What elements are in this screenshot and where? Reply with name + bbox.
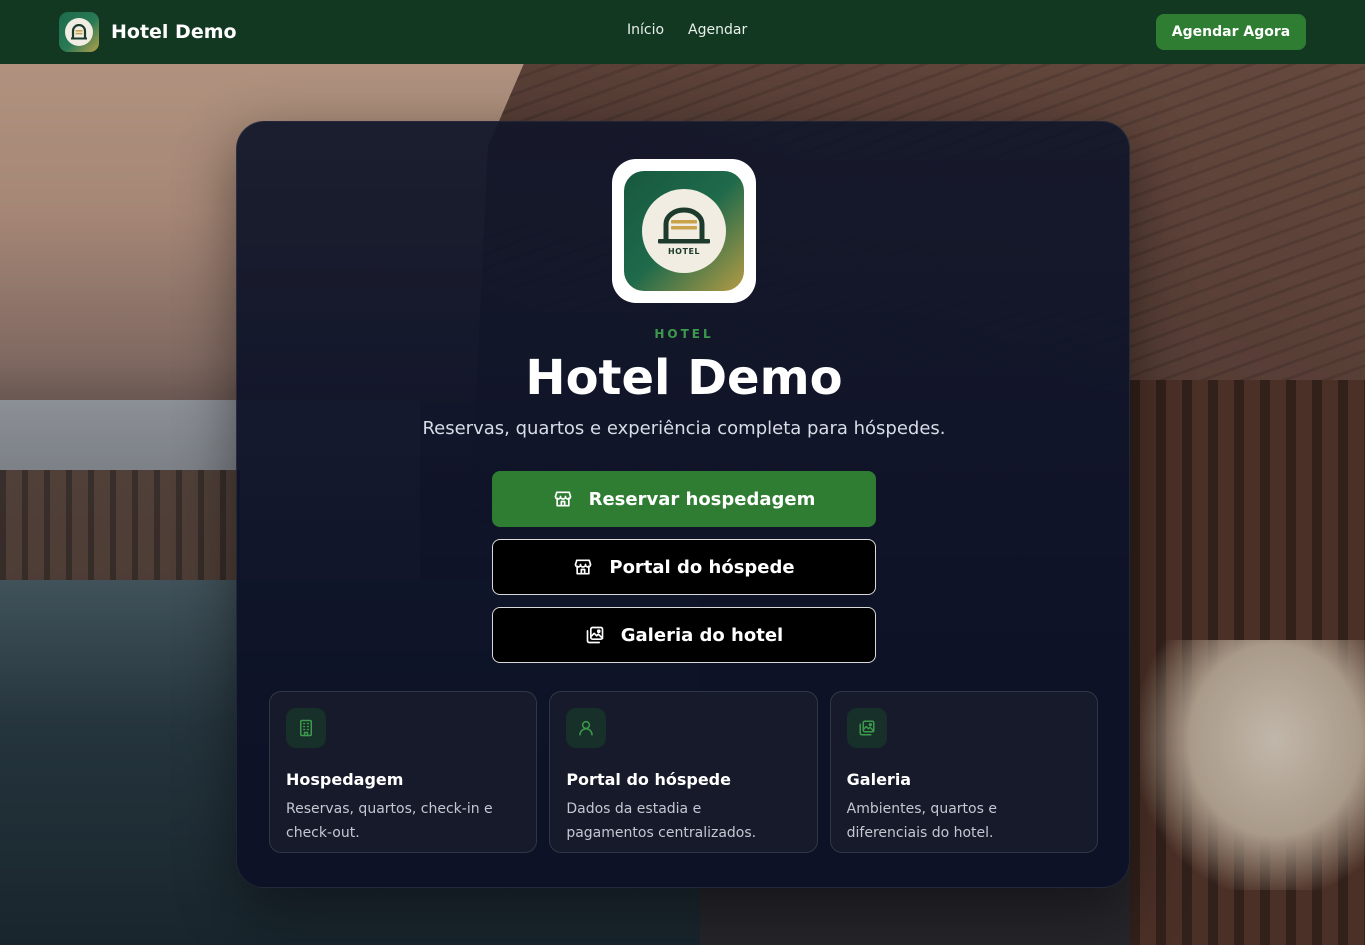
guest-portal-label: Portal do hóspede: [609, 556, 795, 578]
feature-title: Hospedagem: [286, 770, 404, 789]
feature-card-portal: Portal do hóspede Dados da estadia e pag…: [549, 691, 818, 853]
feature-description: Reservas, quartos, check-in e check-out.: [286, 801, 493, 841]
book-stay-button[interactable]: Reservar hospedagem: [492, 471, 876, 527]
top-navbar: Hotel Demo Início Agendar Agendar Agora: [0, 0, 1365, 64]
gallery-icon: [586, 626, 604, 644]
feature-card-hospedagem: Hospedagem Reservas, quartos, check-in e…: [269, 691, 538, 853]
hotel-logo-icon: [59, 12, 99, 52]
brand-name: Hotel Demo: [111, 21, 237, 43]
user-icon: [566, 708, 607, 748]
building-icon: [286, 708, 326, 748]
feature-cards: Hospedagem Reservas, quartos, check-in e…: [269, 691, 1098, 853]
hero-card: HOTEL HOTEL Hotel Demo Reservas, quartos…: [236, 121, 1130, 888]
hero-logo-frame: HOTEL: [612, 159, 756, 303]
feature-description: Ambientes, quartos e diferenciais do hot…: [846, 801, 997, 841]
feature-card-galeria: Galeria Ambientes, quartos e diferenciai…: [829, 691, 1098, 853]
storefront-icon: [554, 491, 571, 507]
storefront-icon: [575, 559, 592, 575]
book-stay-label: Reservar hospedagem: [588, 488, 816, 510]
feature-description: Dados da estadia e pagamentos centraliza…: [566, 801, 757, 841]
nav-link-inicio[interactable]: Início: [627, 22, 664, 38]
hotel-logo-icon: HOTEL: [624, 171, 744, 291]
hotel-gallery-button[interactable]: Galeria do hotel: [492, 607, 876, 663]
gallery-icon: [846, 708, 887, 748]
feature-title: Portal do hóspede: [566, 770, 731, 789]
page-title: Hotel Demo: [525, 350, 843, 406]
page-subtitle: Reservas, quartos e experiência completa…: [422, 418, 946, 439]
eyebrow-label: HOTEL: [654, 327, 714, 341]
guest-portal-button[interactable]: Portal do hóspede: [492, 539, 876, 595]
logo-text: HOTEL: [667, 247, 700, 256]
hotel-gallery-label: Galeria do hotel: [620, 624, 784, 646]
brand-home-link[interactable]: Hotel Demo: [59, 12, 237, 52]
nav-link-agendar[interactable]: Agendar: [688, 22, 747, 38]
schedule-now-button[interactable]: Agendar Agora: [1156, 14, 1306, 50]
main-nav: Início Agendar: [627, 22, 747, 38]
feature-title: Galeria: [846, 770, 912, 789]
